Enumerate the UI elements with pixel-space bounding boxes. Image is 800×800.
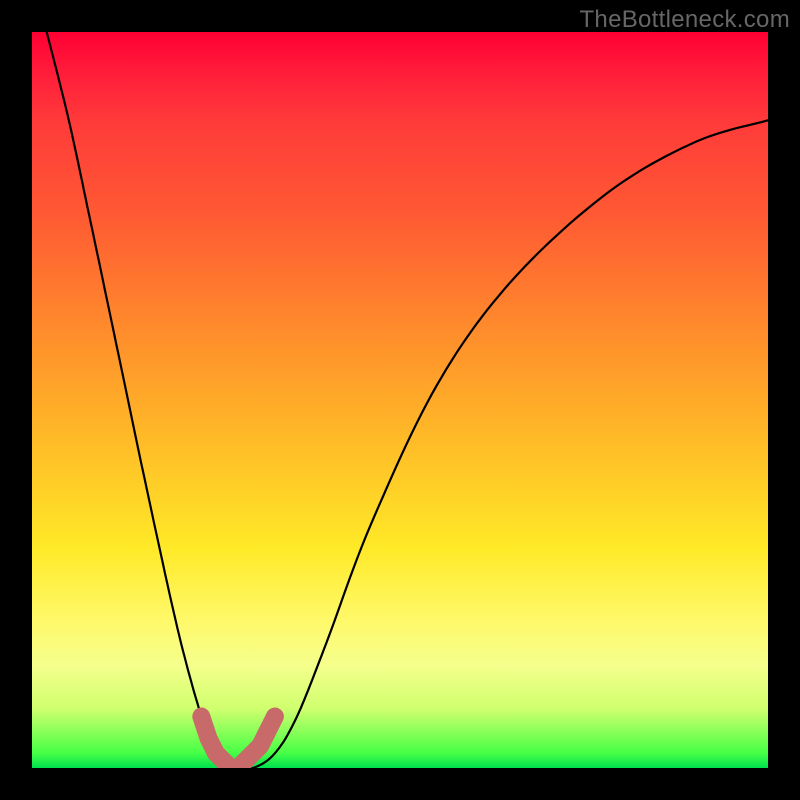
chart-frame: TheBottleneck.com <box>0 0 800 800</box>
trough-marker-path <box>201 717 275 769</box>
plot-area <box>32 32 768 768</box>
main-curve-path <box>47 32 768 768</box>
watermark-text: TheBottleneck.com <box>579 6 790 34</box>
curve-svg <box>32 32 768 768</box>
